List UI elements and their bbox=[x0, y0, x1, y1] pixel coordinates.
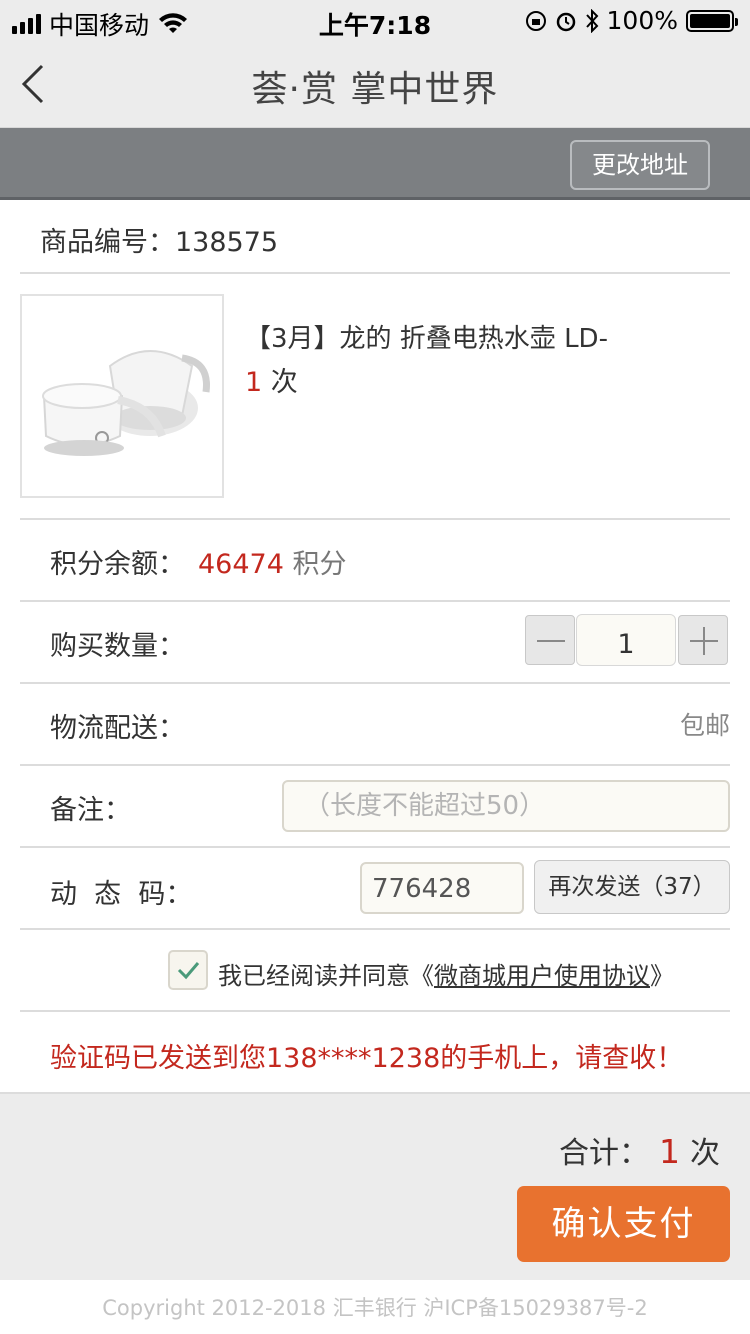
checkmark-icon bbox=[177, 962, 200, 980]
remark-input[interactable]: （长度不能超过50） bbox=[282, 780, 730, 832]
agreement-prefix: 我已经阅读并同意《 bbox=[218, 962, 434, 990]
dynamic-code-label: 动 态 码： bbox=[50, 879, 193, 910]
product-id-value: 138575 bbox=[175, 227, 279, 258]
points-amount: 46474 积分 bbox=[198, 542, 347, 581]
resend-code-button[interactable]: 再次发送（37） bbox=[534, 860, 730, 914]
change-address-button[interactable]: 更改地址 bbox=[570, 140, 710, 190]
increment-button[interactable] bbox=[678, 615, 728, 665]
points-unit: 积分 bbox=[283, 549, 347, 580]
status-right: 100% bbox=[525, 6, 738, 35]
decrement-button[interactable] bbox=[525, 615, 575, 665]
points-value: 46474 bbox=[198, 549, 284, 580]
shipping-value: 包邮 bbox=[679, 711, 730, 740]
agreement-link[interactable]: 微商城用户使用协议 bbox=[434, 962, 650, 990]
product-id-label-text: 商品编号： bbox=[40, 227, 175, 258]
address-bar: 更改地址 bbox=[0, 128, 750, 200]
product-id-label: 商品编号：138575 bbox=[40, 220, 278, 259]
total-unit: 次 bbox=[690, 1136, 720, 1171]
minus-icon bbox=[537, 640, 565, 642]
status-bar: 中国移动 上午7:18 100% bbox=[0, 0, 750, 40]
bluetooth-icon bbox=[585, 8, 598, 33]
page-title: 荟·赏 掌中世界 bbox=[251, 69, 499, 110]
dynamic-code-input[interactable]: 776428 bbox=[360, 862, 524, 914]
total-label: 合计： bbox=[559, 1136, 649, 1171]
battery-percent: 100% bbox=[606, 6, 678, 35]
agreement-checkbox[interactable] bbox=[168, 950, 208, 990]
agreement-suffix: 》 bbox=[650, 962, 674, 990]
rotation-lock-icon bbox=[525, 10, 546, 31]
total-value: 1 bbox=[659, 1132, 680, 1171]
product-id-row: 商品编号：138575 bbox=[20, 202, 730, 274]
shipping-label: 物流配送： bbox=[50, 713, 185, 744]
quantity-label: 购买数量： bbox=[50, 631, 185, 662]
copyright-text: Copyright 2012-2018 汇丰银行 沪ICP备15029387号-… bbox=[102, 1296, 648, 1320]
product-row bbox=[20, 274, 730, 520]
verification-message: 验证码已发送到您138****1238的手机上，请查收！ bbox=[50, 1043, 684, 1074]
points-row: 积分余额： 46474 积分 bbox=[20, 520, 730, 602]
order-total: 合计： 1 次 bbox=[559, 1128, 720, 1172]
alarm-icon bbox=[556, 12, 575, 31]
nav-bar: 荟·赏 掌中世界 bbox=[0, 40, 750, 128]
battery-icon bbox=[686, 9, 738, 32]
shipping-row: 物流配送： 包邮 bbox=[20, 684, 730, 766]
remark-label: 备注： bbox=[50, 795, 131, 826]
confirm-pay-button[interactable]: 确认支付 bbox=[517, 1186, 730, 1262]
quantity-input[interactable]: 1 bbox=[576, 614, 676, 666]
points-label: 积分余额： bbox=[50, 549, 185, 580]
agreement-text: 我已经阅读并同意《微商城用户使用协议》 bbox=[218, 956, 674, 991]
plus-icon bbox=[690, 627, 718, 655]
